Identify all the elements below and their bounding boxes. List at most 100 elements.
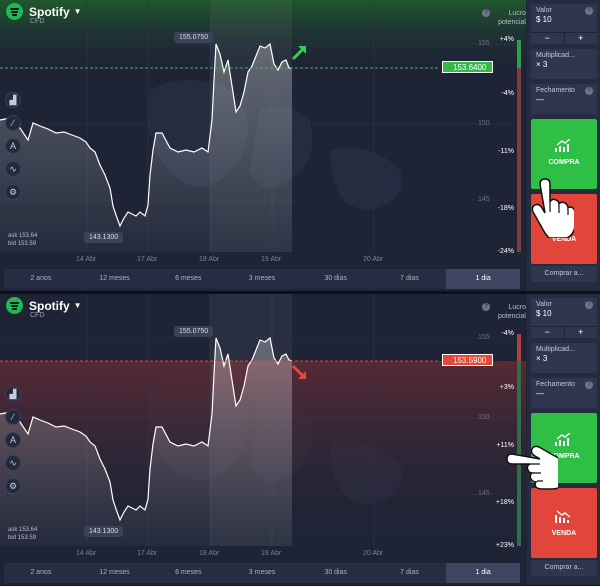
- high-price-tooltip: 155.0750: [174, 32, 214, 43]
- potential-profit-header: ? Lucro potencial: [482, 303, 526, 321]
- indicators-icon[interactable]: ∿: [5, 455, 21, 471]
- profit-label: -18%: [497, 205, 514, 212]
- chart-canvas: [0, 0, 526, 266]
- low-price-tooltip: 143.1300: [84, 526, 124, 537]
- x-axis-label: 19 Abr: [261, 256, 282, 263]
- profit-label: +3%: [499, 384, 514, 391]
- trading-panel-buy: Spotify ▼ CFD ? Lucro potencial +4% -4% …: [0, 0, 600, 291]
- amount-value[interactable]: $ 10: [531, 308, 597, 318]
- chevron-down-icon[interactable]: ▼: [74, 7, 82, 16]
- price-chart[interactable]: Spotify ▼ CFD ? Lucro potencial -4% +3% …: [0, 294, 526, 560]
- amount-stepper: − +: [531, 32, 597, 44]
- help-icon[interactable]: ?: [482, 9, 490, 17]
- profit-label: -11%: [498, 148, 514, 155]
- help-icon[interactable]: ?: [482, 303, 490, 311]
- trading-panel-sell: Spotify ▼ CFD ? Lucro potencial -4% +3% …: [0, 294, 600, 585]
- increase-button[interactable]: +: [563, 33, 598, 44]
- drawing-icon[interactable]: ⁄: [5, 409, 21, 425]
- chart-canvas: [0, 294, 526, 560]
- timeframe-bar: 2 anos 12 meses 6 meses 3 meses 30 dias …: [4, 269, 521, 289]
- spotify-logo-icon: [6, 297, 23, 314]
- current-price-tag: 153.6400: [442, 61, 494, 73]
- low-price-tooltip: 143.1300: [84, 232, 124, 243]
- profit-label: -4%: [501, 90, 514, 97]
- drawing-icon[interactable]: ⁄: [5, 115, 21, 131]
- ask-value: ask 153.64: [8, 527, 38, 533]
- decrease-button[interactable]: −: [531, 327, 564, 338]
- timeframe-button[interactable]: 2 anos: [4, 269, 78, 289]
- multiplier-value[interactable]: × 3: [531, 353, 597, 363]
- x-axis-label: 17 Abr: [137, 550, 158, 557]
- sell-label: VENDA: [551, 530, 577, 537]
- timeframe-button[interactable]: 30 dias: [299, 563, 373, 583]
- chevron-down-icon[interactable]: ▼: [74, 301, 82, 310]
- x-axis-label: 18 Abr: [199, 256, 220, 263]
- x-axis-label: 14 Abr: [76, 550, 97, 557]
- hand-cursor-icon: [531, 178, 574, 238]
- amount-value[interactable]: $ 10: [531, 14, 597, 24]
- timeframe-button-active[interactable]: 1 dia: [446, 269, 521, 289]
- price-axis-label: 155: [478, 334, 490, 341]
- multiplier-label: Multiplicad...: [536, 52, 575, 59]
- x-axis-label: 19 Abr: [261, 550, 282, 557]
- profit-label: +4%: [499, 36, 514, 43]
- ask-bid: ask 153.64 bid 153.59: [8, 232, 37, 248]
- timeframe-button-active[interactable]: 1 dia: [446, 563, 521, 583]
- x-axis-label: 20 Abr: [363, 256, 384, 263]
- potential-profit-label: Lucro potencial: [497, 304, 526, 320]
- buy-at-button[interactable]: Comprar a...: [531, 560, 597, 576]
- settings-icon[interactable]: ⚙: [5, 478, 21, 494]
- close-at-field[interactable]: Fechamento — ?: [531, 84, 597, 114]
- trade-sidebar: Valor $ 10 ? − + Multiplicad... × 3 Fech…: [527, 294, 600, 585]
- timeframe-button[interactable]: 3 meses: [225, 269, 299, 289]
- profit-label: +18%: [495, 499, 514, 506]
- chart-tools: ▟ ⁄ A ∿ ⚙: [5, 92, 23, 207]
- help-icon[interactable]: ?: [585, 381, 593, 389]
- timeframe-button[interactable]: 3 meses: [225, 563, 299, 583]
- timeframe-button[interactable]: 2 anos: [4, 563, 78, 583]
- asset-title[interactable]: Spotify ▼ CFD: [6, 297, 82, 319]
- help-icon[interactable]: ?: [585, 7, 593, 15]
- help-icon[interactable]: ?: [585, 87, 593, 95]
- price-axis-label: 150: [478, 414, 490, 421]
- current-price-tag: 153.5900: [442, 354, 494, 366]
- increase-button[interactable]: +: [563, 327, 598, 338]
- area-chart-icon[interactable]: ▟: [5, 386, 21, 402]
- profit-label: -24%: [497, 248, 514, 255]
- timeframe-button[interactable]: 7 dias: [373, 269, 447, 289]
- price-axis-label: 145: [478, 490, 490, 497]
- area-chart-icon[interactable]: ▟: [5, 92, 21, 108]
- potential-profit-header: ? Lucro potencial: [482, 9, 526, 27]
- profit-label: -4%: [501, 330, 514, 337]
- timeframe-button[interactable]: 30 dias: [299, 269, 373, 289]
- close-at-field[interactable]: Fechamento — ?: [531, 378, 597, 408]
- profit-label: +23%: [495, 542, 514, 549]
- help-icon[interactable]: ?: [585, 301, 593, 309]
- spotify-logo-icon: [6, 3, 23, 20]
- asset-name: Spotify: [29, 4, 70, 19]
- bid-value: bid 153.59: [8, 535, 37, 541]
- close-at-value[interactable]: —: [531, 94, 597, 104]
- timeframe-button[interactable]: 6 meses: [151, 563, 225, 583]
- price-chart[interactable]: Spotify ▼ CFD ? Lucro potencial +4% -4% …: [0, 0, 526, 266]
- drawing-icon[interactable]: A: [5, 138, 21, 154]
- asset-title[interactable]: Spotify ▼ CFD: [6, 3, 82, 25]
- settings-icon[interactable]: ⚙: [5, 184, 21, 200]
- multiplier-field[interactable]: Multiplicad... × 3: [531, 49, 597, 79]
- x-axis-label: 18 Abr: [199, 550, 220, 557]
- multiplier-value[interactable]: × 3: [531, 59, 597, 69]
- timeframe-button[interactable]: 7 dias: [373, 563, 447, 583]
- amount-field[interactable]: Valor $ 10 ? − +: [531, 298, 597, 338]
- close-at-value[interactable]: —: [531, 388, 597, 398]
- asset-type: CFD: [30, 312, 45, 319]
- multiplier-field[interactable]: Multiplicad... × 3: [531, 343, 597, 373]
- timeframe-button[interactable]: 12 meses: [78, 563, 152, 583]
- drawing-icon[interactable]: A: [5, 432, 21, 448]
- amount-field[interactable]: Valor $ 10 ? − +: [531, 4, 597, 44]
- decrease-button[interactable]: −: [531, 33, 564, 44]
- ask-value: ask 153.64: [8, 233, 38, 239]
- timeframe-button[interactable]: 6 meses: [151, 269, 225, 289]
- buy-at-button[interactable]: Comprar a...: [531, 266, 597, 282]
- indicators-icon[interactable]: ∿: [5, 161, 21, 177]
- timeframe-button[interactable]: 12 meses: [78, 269, 152, 289]
